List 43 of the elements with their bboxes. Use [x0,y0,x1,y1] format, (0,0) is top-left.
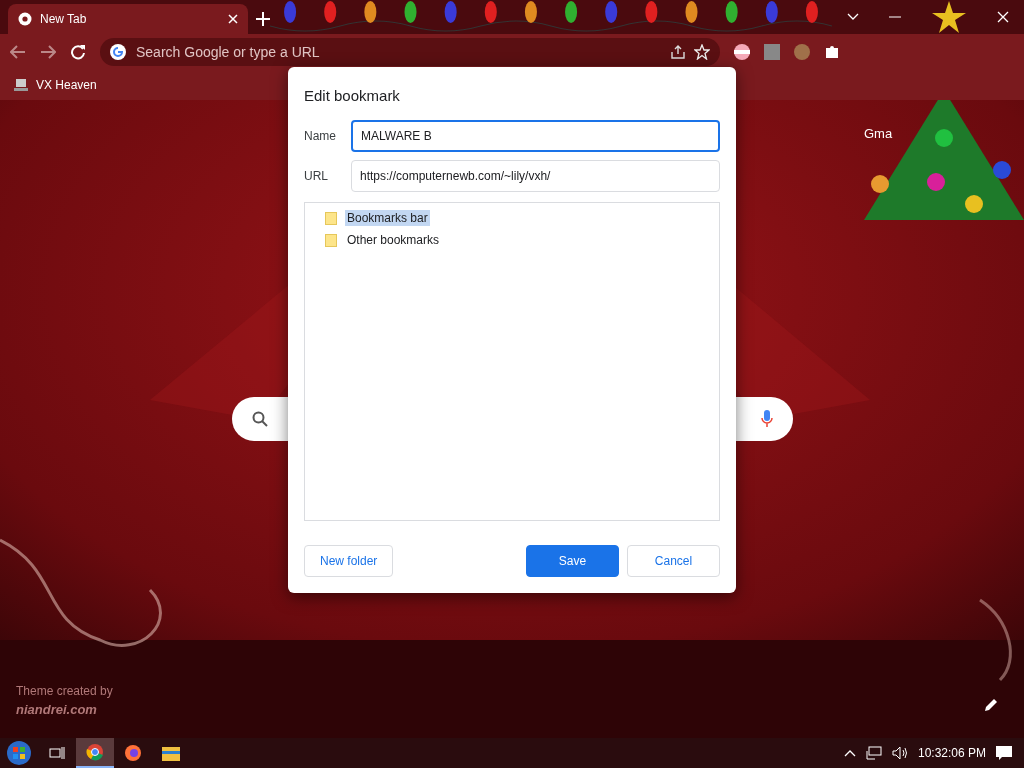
shortcut-link[interactable]: Gma [864,126,893,141]
firefox-icon[interactable] [124,744,142,762]
cancel-button[interactable]: Cancel [627,545,720,577]
folder-icon[interactable] [162,745,180,761]
dialog-title: Edit bookmark [304,87,401,104]
volume-icon[interactable] [891,746,908,760]
folder-icon [325,211,337,225]
network-icon[interactable] [865,746,882,760]
notification-icon[interactable] [996,745,1012,761]
forward-icon[interactable] [40,45,56,59]
task-view-icon[interactable] [49,746,65,760]
browser-tab[interactable]: New Tab [8,4,248,34]
address-bar[interactable]: Search Google or type a URL [100,38,720,66]
folder-item[interactable]: Bookmarks bar [345,210,430,226]
url-field[interactable]: https://computernewb.com/~lily/vxh/ [351,160,720,192]
bookmark-item[interactable]: VX Heaven [14,78,97,92]
close-icon[interactable] [997,11,1009,23]
bookmark-star-icon[interactable] [694,44,710,60]
chevron-up-icon[interactable] [843,749,856,757]
chevron-down-icon[interactable] [847,13,859,21]
field-label: URL [304,169,329,183]
folder-icon [325,233,337,247]
field-label: Name [304,129,337,143]
clock[interactable]: 10:32:06 PM [917,746,986,760]
microphone-icon[interactable] [761,410,773,428]
search-icon [252,411,268,427]
star-icon [931,0,967,34]
share-icon[interactable] [670,44,686,60]
pencil-icon[interactable] [984,698,998,712]
save-button[interactable]: Save [526,545,619,577]
plus-icon[interactable] [256,12,270,26]
name-field[interactable]: MALWARE B [351,120,720,152]
start-icon[interactable] [6,740,32,766]
new-folder-button[interactable]: New folder [304,545,394,577]
google-icon [110,44,126,60]
avatar-icon[interactable] [794,44,810,60]
folder-item[interactable]: Other bookmarks [345,232,442,248]
reload-icon[interactable] [70,44,86,60]
theme-credit: Theme created by [16,684,113,698]
theme-author-link[interactable]: niandrei.com [16,702,113,717]
back-icon[interactable] [10,45,26,59]
computer-icon [14,78,28,92]
close-icon[interactable] [228,14,238,24]
